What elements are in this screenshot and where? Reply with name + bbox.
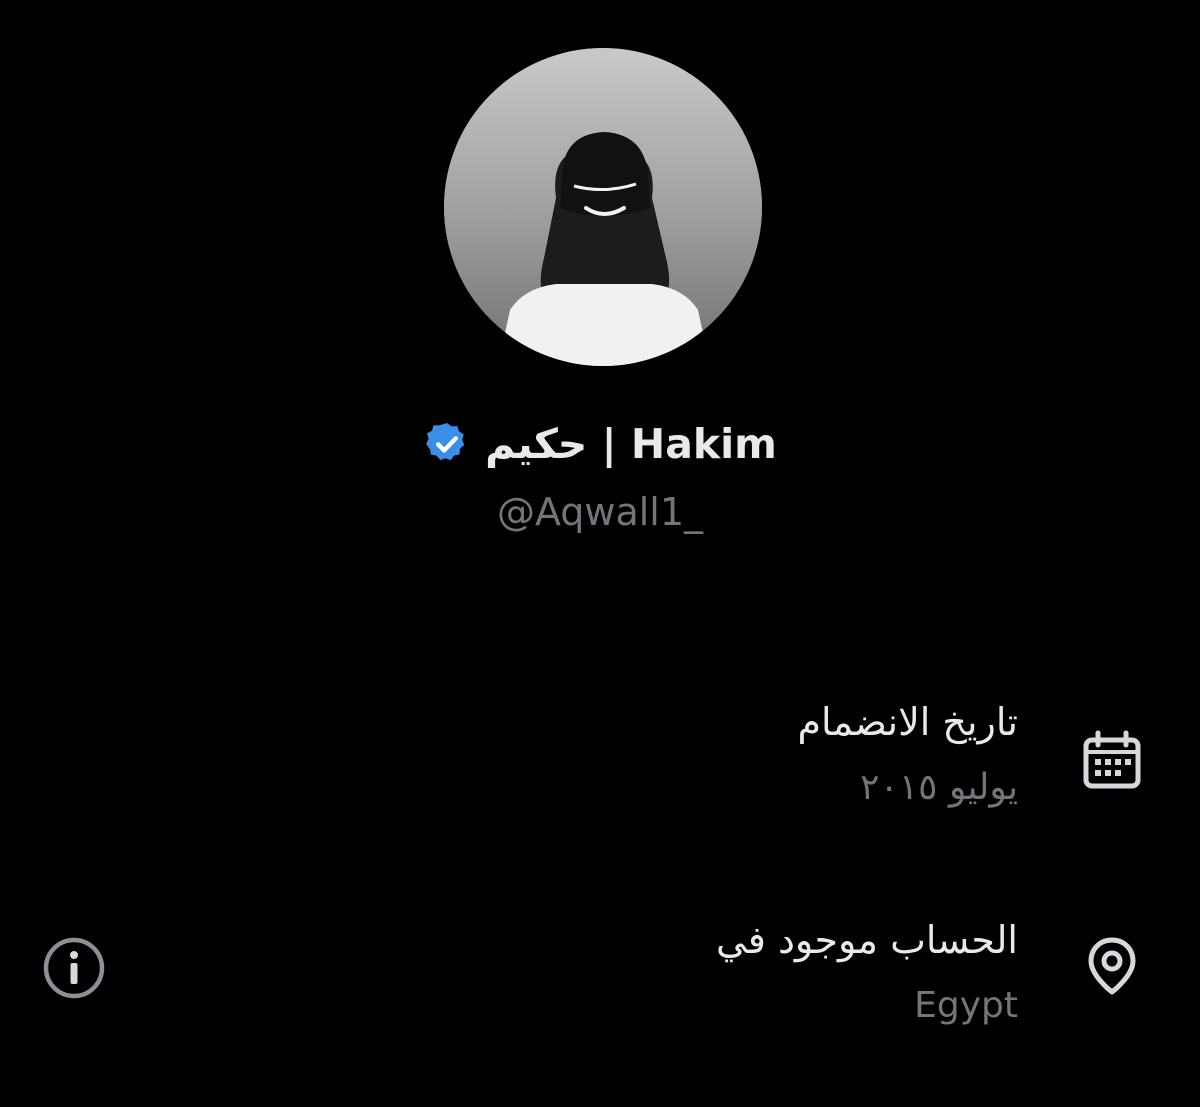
profile-avatar[interactable] xyxy=(444,48,762,366)
info-icon[interactable] xyxy=(42,936,106,1000)
avatar-image xyxy=(444,48,762,366)
location-row: الحساب موجود في Egypt xyxy=(716,918,1018,1027)
location-value: Egypt xyxy=(914,984,1018,1026)
calendar-icon xyxy=(1083,730,1141,789)
display-name: حكيم | Hakim xyxy=(485,420,777,468)
location-label: الحساب موجود في xyxy=(716,918,1018,962)
map-pin-icon xyxy=(1088,937,1136,995)
verified-badge-icon[interactable] xyxy=(423,420,471,468)
username-handle: @Aqwall1_ xyxy=(496,490,704,534)
profile-name-row: حكيم | Hakim xyxy=(0,420,1200,468)
joined-date-row: تاريخ الانضمام يوليو ٢٠١٥ xyxy=(797,700,1018,809)
joined-label: تاريخ الانضمام xyxy=(797,700,1018,744)
joined-value: يوليو ٢٠١٥ xyxy=(860,766,1018,808)
